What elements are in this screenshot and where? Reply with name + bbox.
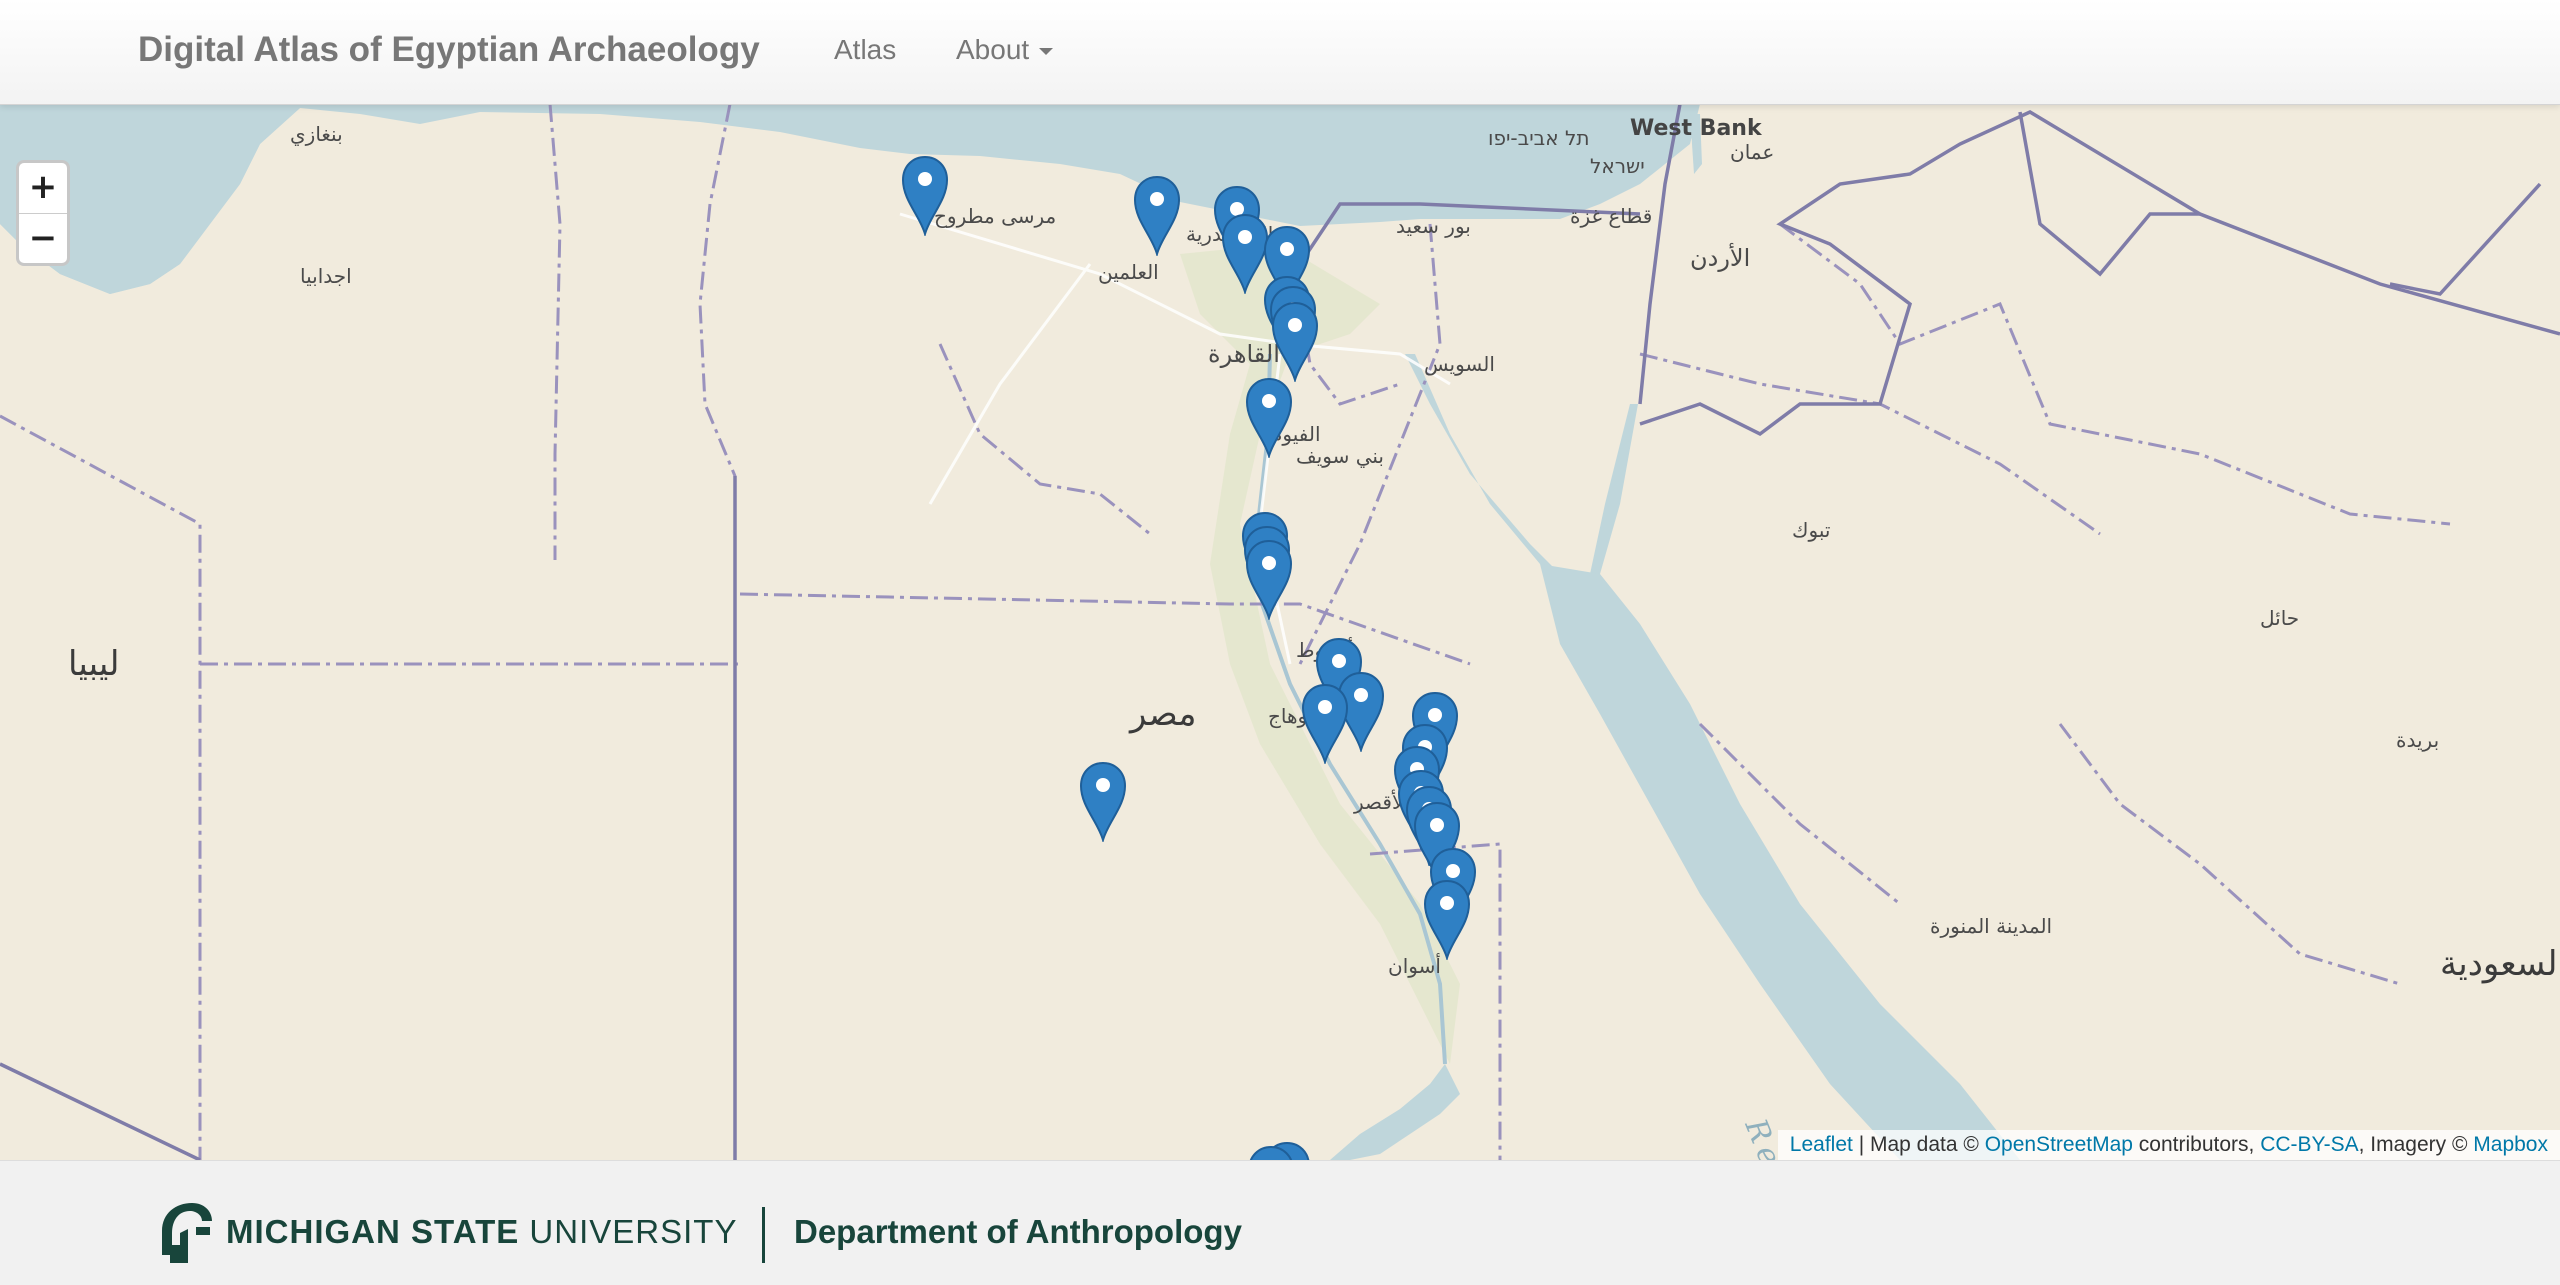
- footer: MICHIGAN STATE UNIVERSITY Department of …: [0, 1160, 2560, 1285]
- place-saudi: السعودية: [2440, 944, 2560, 984]
- site-marker[interactable]: [1078, 760, 1128, 842]
- site-marker[interactable]: [1300, 682, 1350, 764]
- attribution-contributors: contributors,: [2132, 1133, 2261, 1156]
- map-pin-icon: [1245, 377, 1293, 458]
- caret-down-icon: [1039, 48, 1054, 56]
- osm-link[interactable]: OpenStreetMap: [1985, 1133, 2133, 1156]
- university-name-bold: MICHIGAN STATE: [226, 1213, 520, 1250]
- map-pin-icon: [1301, 683, 1349, 764]
- site-marker[interactable]: [900, 154, 950, 236]
- place-port-said: بور سعيد: [1396, 214, 1471, 238]
- place-suez: السويس: [1424, 352, 1495, 376]
- nav-about-dropdown[interactable]: About: [956, 34, 1054, 66]
- map-pin-icon: [901, 155, 949, 236]
- place-israel: ישראל: [1590, 154, 1645, 178]
- map-view[interactable]: بنغازي اجدابيا ليبيا مرسى مطروح العلمين …: [0, 104, 2560, 1160]
- place-west-bank: West Bank: [1630, 116, 1762, 141]
- site-marker[interactable]: [1244, 538, 1294, 620]
- place-libya: ليبيا: [68, 644, 120, 684]
- leaflet-link[interactable]: Leaflet: [1790, 1133, 1853, 1156]
- spartan-helmet-icon: [162, 1203, 212, 1263]
- place-amman: عمان: [1730, 140, 1775, 164]
- place-gaza: قطاع غزة: [1570, 204, 1653, 228]
- mapbox-link[interactable]: Mapbox: [2473, 1133, 2548, 1156]
- zoom-out-button[interactable]: −: [19, 214, 67, 264]
- site-title[interactable]: Digital Atlas of Egyptian Archaeology: [138, 30, 760, 70]
- zoom-control: + −: [16, 160, 70, 266]
- zoom-in-button[interactable]: +: [19, 163, 67, 214]
- attribution-imagery: , Imagery ©: [2358, 1133, 2474, 1156]
- nav-about-label: About: [956, 34, 1030, 65]
- place-buraidah: بريدة: [2396, 728, 2440, 752]
- map-pin-icon: [1249, 1145, 1293, 1160]
- place-tabuk: تبوك: [1792, 518, 1831, 542]
- map-pin-icon: [1271, 301, 1319, 382]
- nav-atlas-link[interactable]: Atlas: [834, 34, 896, 66]
- site-marker[interactable]: [1244, 376, 1294, 458]
- footer-divider: [762, 1207, 765, 1263]
- place-medina: المدينة المنورة: [1930, 914, 2053, 938]
- place-marsa-matruh: مرسى مطروح: [934, 204, 1057, 228]
- place-alamein: العلمين: [1098, 260, 1159, 284]
- attribution-text: | Map data ©: [1852, 1133, 1985, 1156]
- place-benghazi: بنغازي: [290, 122, 343, 146]
- map-attribution: Leaflet | Map data © OpenStreetMap contr…: [1777, 1130, 2560, 1160]
- place-beni-suef: بني سويف: [1296, 444, 1384, 468]
- map-pin-icon: [1423, 879, 1471, 960]
- place-jordan: الأردن: [1690, 244, 1751, 272]
- place-ajdabiya: اجدابيا: [300, 264, 352, 288]
- map-pin-icon: [1079, 761, 1127, 842]
- place-tel-aviv: תל אביב-יפו: [1488, 126, 1590, 150]
- site-marker[interactable]: [1422, 878, 1472, 960]
- place-egypt: مصر: [1130, 694, 1197, 734]
- license-link[interactable]: CC-BY-SA: [2260, 1133, 2358, 1156]
- site-marker[interactable]: [1246, 1144, 1296, 1160]
- map-pin-icon: [1133, 175, 1181, 256]
- map-pin-icon: [1245, 539, 1293, 620]
- university-name-rest: UNIVERSITY: [519, 1213, 738, 1250]
- site-marker[interactable]: [1270, 300, 1320, 382]
- site-marker[interactable]: [1132, 174, 1182, 256]
- department-name[interactable]: Department of Anthropology: [794, 1213, 1242, 1251]
- place-hail: حائل: [2260, 606, 2300, 630]
- navbar: Digital Atlas of Egyptian Archaeology At…: [0, 0, 2560, 105]
- university-name[interactable]: MICHIGAN STATE UNIVERSITY: [226, 1213, 737, 1251]
